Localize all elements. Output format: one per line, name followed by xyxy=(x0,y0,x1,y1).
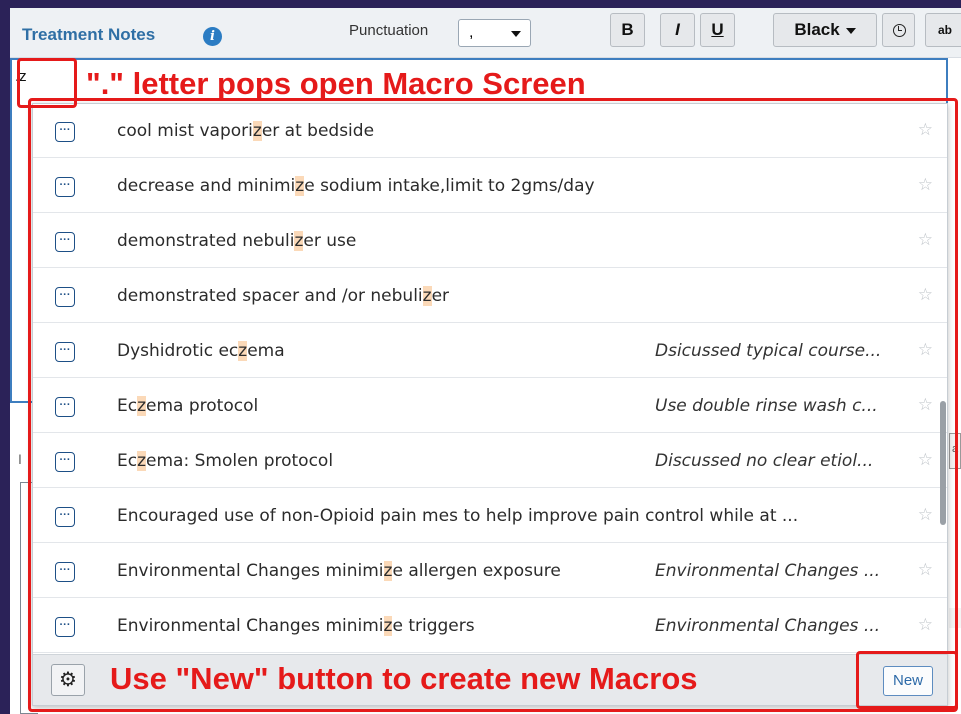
ellipsis-box-icon[interactable]: ··· xyxy=(55,122,75,142)
italic-button[interactable]: I xyxy=(660,13,695,47)
macro-title-part: er xyxy=(431,286,450,306)
star-outline-icon[interactable]: ☆ xyxy=(918,175,933,195)
macro-title-part: decrease and minimi xyxy=(117,176,296,196)
macro-row[interactable]: ··· demonstrated spacer and /or nebulizer… xyxy=(33,269,947,323)
macro-title-part: Ec xyxy=(117,451,138,471)
macro-title-part: Ec xyxy=(117,396,138,416)
star-outline-icon[interactable]: ☆ xyxy=(918,285,933,305)
punctuation-value: , xyxy=(469,24,474,41)
macro-title-part: e sodium intake,limit to 2gms/day xyxy=(304,176,595,196)
macro-title-part: Encouraged use of non-Opioid pain mes to… xyxy=(117,506,799,526)
ellipsis-box-icon[interactable]: ··· xyxy=(55,507,75,527)
treatment-notes-title: Treatment Notes xyxy=(22,25,156,44)
macro-row[interactable]: ··· Encouraged use of non-Opioid pain mes… xyxy=(33,489,947,543)
punctuation-select[interactable]: , xyxy=(458,19,531,47)
macro-row[interactable]: ··· demonstrated nebulizer use ☆ xyxy=(33,214,947,268)
macro-title-part: demonstrated spacer and /or nebuli xyxy=(117,286,423,306)
macro-description: Use double rinse wash c... xyxy=(655,396,878,416)
macro-search-input[interactable] xyxy=(10,59,65,93)
star-outline-icon[interactable]: ☆ xyxy=(918,615,933,635)
match-highlight: z xyxy=(295,176,305,196)
macro-title: Eczema: Smolen protocol xyxy=(117,451,333,471)
timestamp-button[interactable] xyxy=(882,13,915,47)
macro-description: Environmental Changes ... xyxy=(655,616,881,636)
ellipsis-box-icon[interactable]: ··· xyxy=(55,232,75,252)
macro-title-part: demonstrated nebuli xyxy=(117,231,295,251)
macro-title: cool mist vaporizer at bedside xyxy=(117,121,374,141)
macro-row[interactable]: ··· decrease and minimize sodium intake,l… xyxy=(33,159,947,213)
match-highlight: z xyxy=(137,451,147,471)
ellipsis-box-icon[interactable]: ··· xyxy=(55,177,75,197)
star-outline-icon[interactable]: ☆ xyxy=(918,450,933,470)
macro-title: Eczema protocol xyxy=(117,396,258,416)
chevron-down-icon xyxy=(511,31,521,37)
spellcheck-button[interactable]: ab xyxy=(925,13,961,47)
annotation-top-text: "." letter pops open Macro Screen xyxy=(86,66,586,101)
macro-title-part: e triggers xyxy=(392,616,475,636)
star-outline-icon[interactable]: ☆ xyxy=(918,505,933,525)
match-highlight: z xyxy=(137,396,147,416)
macro-title-part: er use xyxy=(303,231,357,251)
macro-title-part: Environmental Changes minimi xyxy=(117,561,384,581)
macro-description: Dsicussed typical course... xyxy=(655,341,882,361)
macro-title-part: Dyshidrotic ec xyxy=(117,341,239,361)
settings-button[interactable]: ⚙ xyxy=(51,664,85,696)
side-spellcheck-button[interactable]: a xyxy=(949,433,961,469)
macro-title: demonstrated nebulizer use xyxy=(117,231,356,251)
bold-button[interactable]: B xyxy=(610,13,645,47)
scrollbar-thumb[interactable] xyxy=(940,401,946,525)
macro-row[interactable]: ··· Environmental Changes minimize trigge… xyxy=(33,599,947,653)
annotation-bottom-text: Use "New" button to create new Macros xyxy=(110,661,698,696)
macro-title-part: ema xyxy=(247,341,285,361)
macro-title: demonstrated spacer and /or nebulizer xyxy=(117,286,449,306)
macro-row[interactable]: ··· Environmental Changes minimize allerg… xyxy=(33,544,947,598)
star-outline-icon[interactable]: ☆ xyxy=(918,340,933,360)
macro-row[interactable]: ··· cool mist vaporizer at bedside ☆ xyxy=(33,104,947,158)
macro-title-part: ema protocol xyxy=(146,396,259,416)
ellipsis-box-icon[interactable]: ··· xyxy=(55,617,75,637)
macro-title-part: er at bedside xyxy=(261,121,375,141)
gear-icon: ⚙ xyxy=(59,669,77,691)
macro-popup: ··· cool mist vaporizer at bedside ☆ ··· dec… xyxy=(32,103,948,706)
macro-title-part: e allergen exposure xyxy=(392,561,561,581)
macro-description: Environmental Changes ... xyxy=(655,561,881,581)
ellipsis-box-icon[interactable]: ··· xyxy=(55,342,75,362)
star-outline-icon[interactable]: ☆ xyxy=(918,395,933,415)
macro-title: Encouraged use of non-Opioid pain mes to… xyxy=(117,506,798,526)
macro-title: Environmental Changes minimize allergen … xyxy=(117,561,561,581)
match-highlight: z xyxy=(252,121,262,141)
ellipsis-box-icon[interactable]: ··· xyxy=(55,397,75,417)
macro-title: decrease and minimize sodium intake,limi… xyxy=(117,176,595,196)
macro-title-part: ema: Smolen protocol xyxy=(146,451,334,471)
info-icon[interactable]: i xyxy=(203,27,222,46)
chevron-down-icon xyxy=(845,27,856,34)
macro-title-part: cool mist vapori xyxy=(117,121,253,141)
second-field-label: I xyxy=(18,451,22,467)
side-scroll-stub xyxy=(949,608,961,628)
macro-title: Dyshidrotic eczema xyxy=(117,341,285,361)
match-highlight: z xyxy=(238,341,248,361)
star-outline-icon[interactable]: ☆ xyxy=(918,120,933,140)
text-color-dropdown[interactable]: Black xyxy=(773,13,877,47)
macro-row[interactable]: ··· Eczema: Smolen protocol Discussed no c… xyxy=(33,434,947,488)
scrollbar[interactable] xyxy=(938,104,947,652)
ellipsis-box-icon[interactable]: ··· xyxy=(55,452,75,472)
text-color-value: Black xyxy=(794,20,840,39)
punctuation-label: Punctuation xyxy=(349,22,429,39)
macro-title-part: Environmental Changes minimi xyxy=(117,616,384,636)
macro-row[interactable]: ··· Eczema protocol Use double rinse wash … xyxy=(33,379,947,433)
ellipsis-box-icon[interactable]: ··· xyxy=(55,562,75,582)
macro-title: Environmental Changes minimize triggers xyxy=(117,616,475,636)
match-highlight: z xyxy=(422,286,432,306)
new-macro-button[interactable]: New xyxy=(883,666,933,696)
toolbar: Treatment Notes i Punctuation , B I U Bl… xyxy=(10,8,961,58)
star-outline-icon[interactable]: ☆ xyxy=(918,230,933,250)
ellipsis-box-icon[interactable]: ··· xyxy=(55,287,75,307)
clock-icon xyxy=(893,24,906,37)
macro-row[interactable]: ··· Dyshidrotic eczema Dsicussed typical c… xyxy=(33,324,947,378)
star-outline-icon[interactable]: ☆ xyxy=(918,560,933,580)
macro-description: Discussed no clear etiol... xyxy=(655,451,874,471)
underline-button[interactable]: U xyxy=(700,13,735,47)
